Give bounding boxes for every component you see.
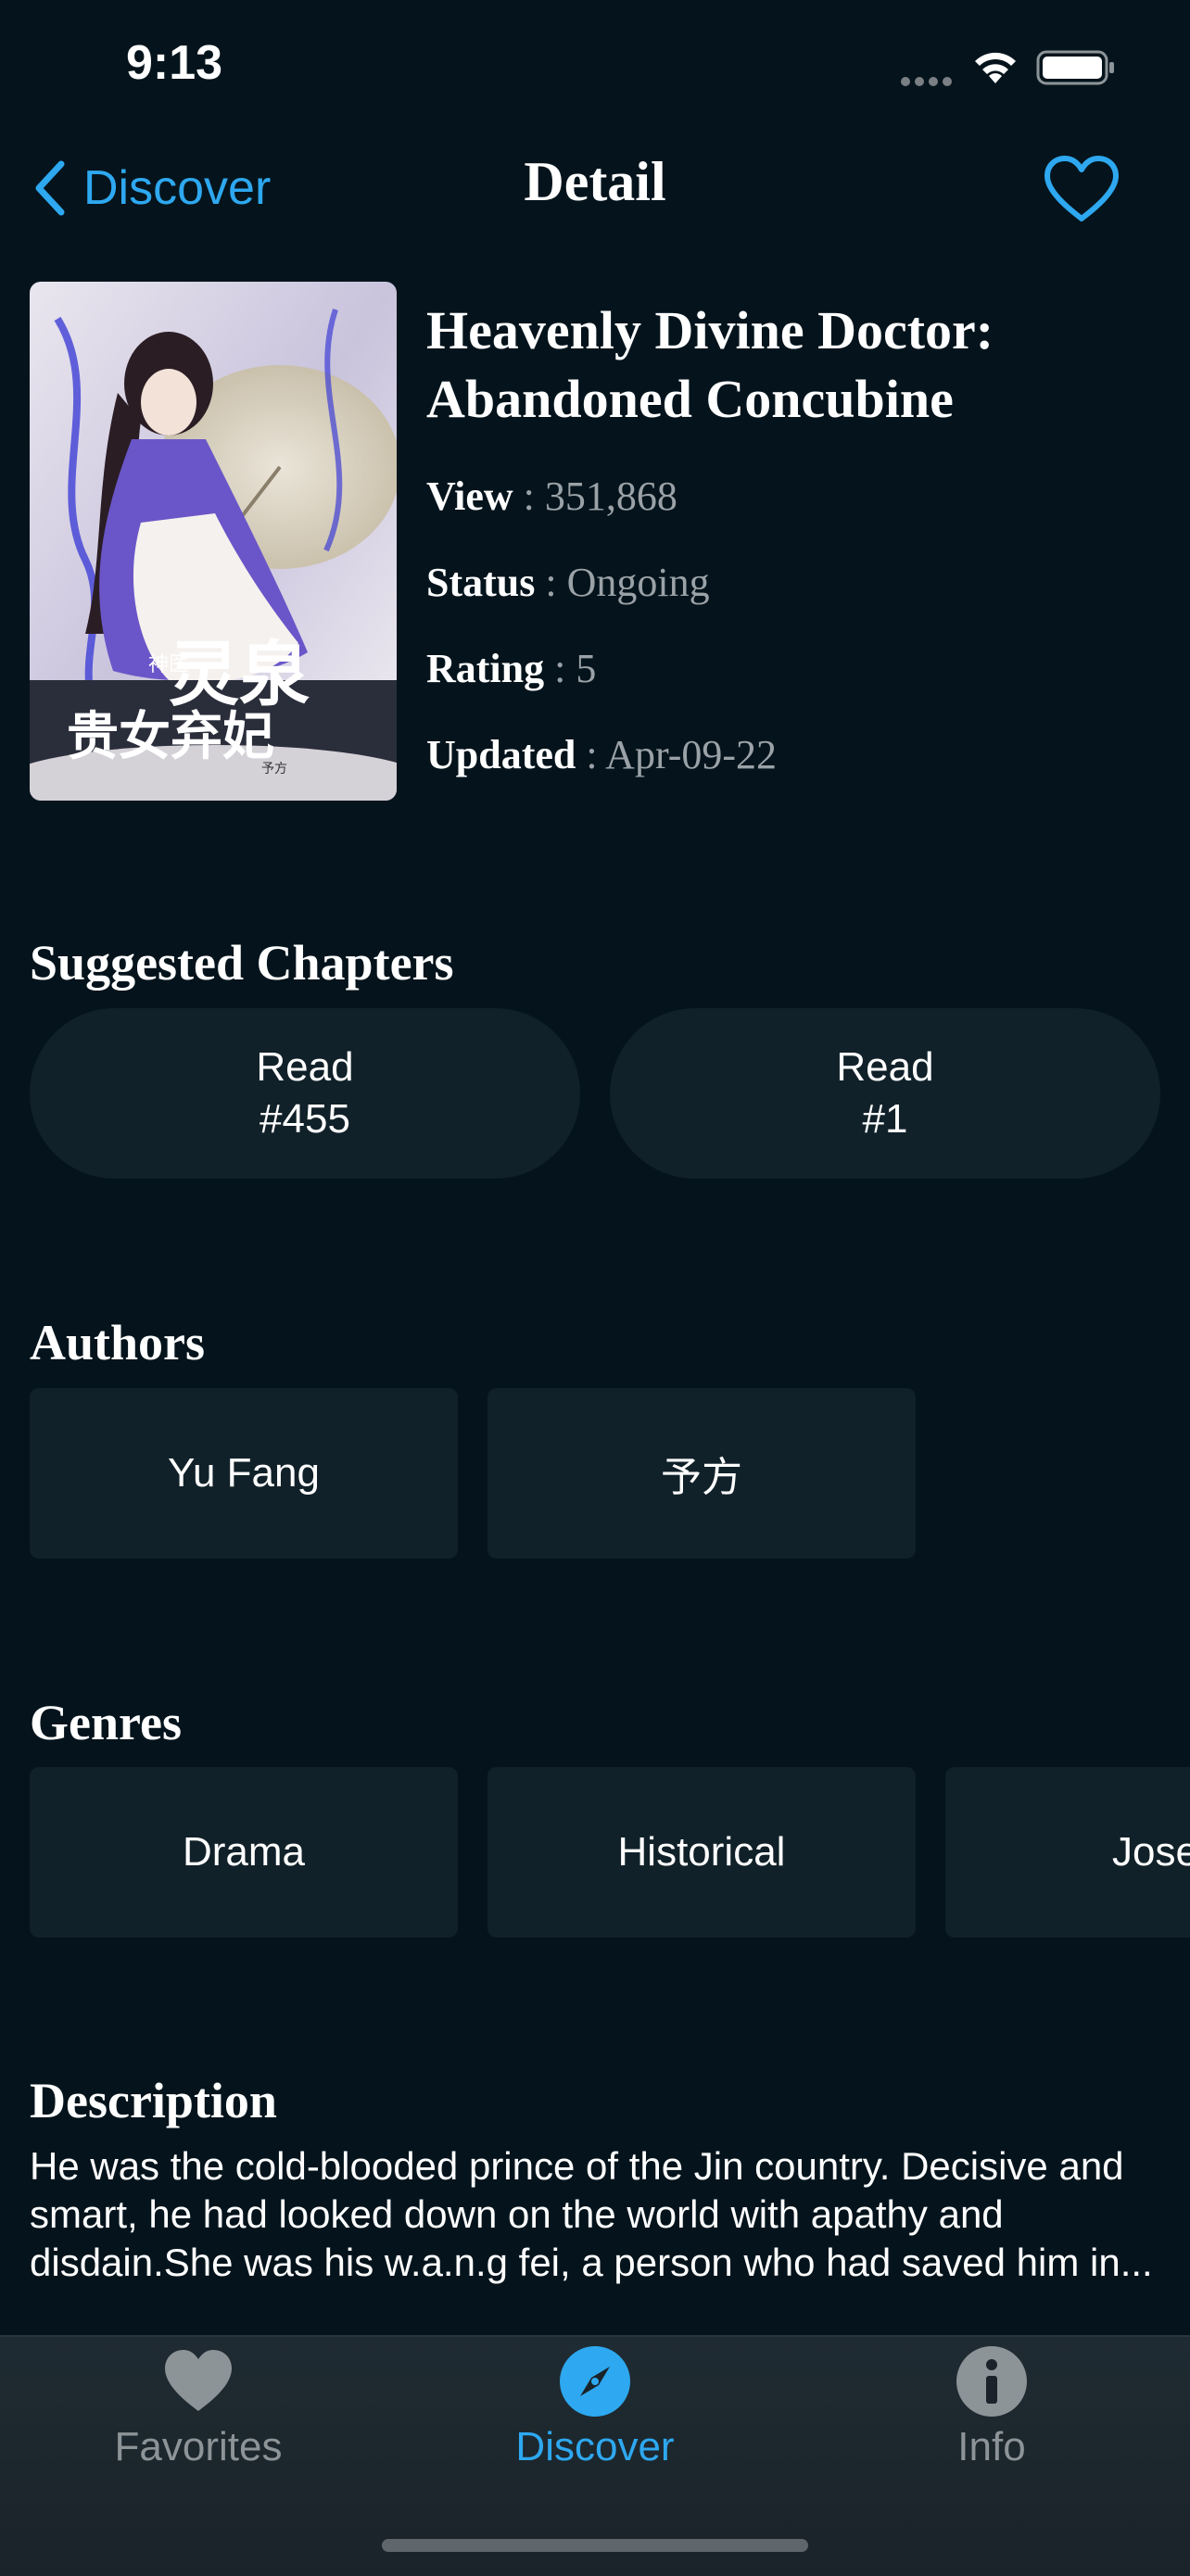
cover-small-text: 神医 xyxy=(148,653,189,676)
home-indicator xyxy=(382,2539,808,2552)
status-time: 9:13 xyxy=(126,36,223,90)
compass-icon xyxy=(560,2346,630,2417)
authors-heading: Authors xyxy=(30,1315,206,1370)
info-value: Apr-09-22 xyxy=(605,732,778,777)
tab-label: Info xyxy=(957,2424,1026,2469)
author-chip[interactable]: Yu Fang xyxy=(30,1388,458,1559)
heart-icon xyxy=(165,2350,232,2411)
tab-favorites[interactable]: Favorites xyxy=(78,2339,319,2487)
info-label: Rating xyxy=(426,646,545,691)
info-label: View xyxy=(426,474,513,519)
page-title: Detail xyxy=(524,151,666,212)
description-heading: Description xyxy=(30,2073,277,2128)
book-title: Heavenly Divine Doctor: Abandoned Concub… xyxy=(426,300,994,429)
pill-line1: Read xyxy=(256,1044,354,1090)
info-separator: : xyxy=(544,646,576,691)
wifi-icon xyxy=(975,52,1016,83)
cover-author-mark: 予方 xyxy=(261,762,287,777)
suggested-chapters-heading: Suggested Chapters xyxy=(30,935,454,991)
info-label: Status xyxy=(426,560,536,605)
info-value: 351,868 xyxy=(544,474,677,519)
info-value: 5 xyxy=(576,646,597,691)
info-row-view: View : 351,868 xyxy=(426,473,677,520)
tab-label: Favorites xyxy=(114,2424,283,2469)
tab-discover[interactable]: Discover xyxy=(475,2339,715,2487)
genre-chip[interactable]: Jose xyxy=(945,1767,1190,1938)
info-separator: : xyxy=(513,474,545,519)
cover-subtitle-text: 贵女弃妃 xyxy=(67,707,274,767)
genre-chip[interactable]: Drama xyxy=(30,1767,458,1938)
favorite-heart-icon[interactable] xyxy=(1042,154,1121,224)
info-row-status: Status : Ongoing xyxy=(426,559,710,606)
battery-icon xyxy=(1036,50,1114,85)
tab-label: Discover xyxy=(515,2424,675,2469)
pill-line2: #1 xyxy=(862,1096,908,1142)
cellular-signal-icon xyxy=(901,74,956,86)
genres-heading: Genres xyxy=(30,1695,182,1750)
info-separator: : xyxy=(576,732,606,777)
read-chapter-1-button[interactable]: Read #1 xyxy=(610,1008,1160,1179)
info-row-rating: Rating : 5 xyxy=(426,645,596,692)
read-chapter-455-button[interactable]: Read #455 xyxy=(30,1008,580,1179)
book-cover-image: 灵泉 神医 贵女弃妃 予方 xyxy=(30,282,397,801)
pill-line1: Read xyxy=(836,1044,934,1090)
info-separator: : xyxy=(535,560,567,605)
pill-line2: #455 xyxy=(260,1096,350,1142)
author-chip[interactable]: 予方 xyxy=(487,1388,916,1559)
info-value: Ongoing xyxy=(566,560,710,605)
info-icon xyxy=(956,2346,1027,2417)
cover-title-text: 灵泉 xyxy=(169,633,310,715)
info-label: Updated xyxy=(426,732,576,777)
info-row-updated: Updated : Apr-09-22 xyxy=(426,731,777,778)
genre-chip[interactable]: Historical xyxy=(487,1767,916,1938)
description-text: He was the cold-blooded prince of the Ji… xyxy=(30,2144,1153,2284)
tab-info[interactable]: Info xyxy=(871,2339,1112,2487)
